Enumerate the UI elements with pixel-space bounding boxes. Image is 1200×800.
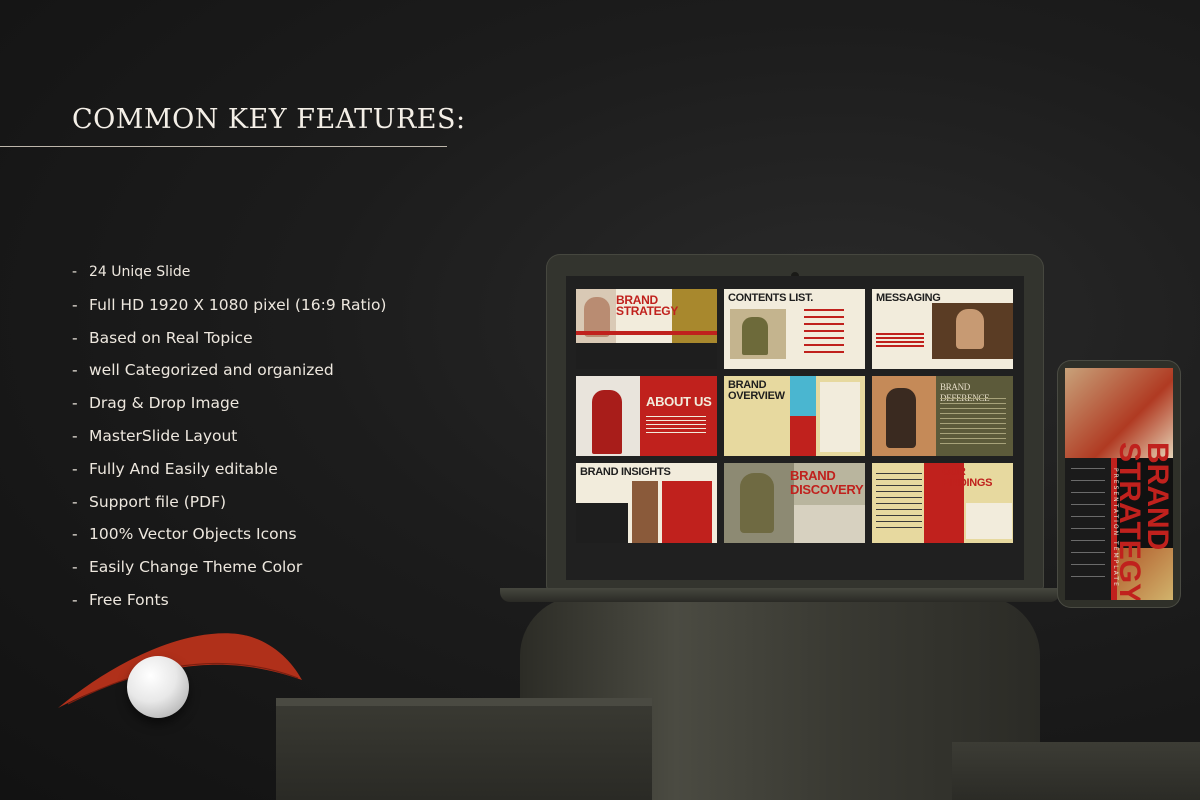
slide-about-us: ABOUT US <box>576 376 717 456</box>
slide-brand-deference: BRAND DEFERENCE <box>872 376 1013 456</box>
laptop-base <box>500 588 1060 602</box>
slide-brand-overview: BRAND OVERVIEW <box>724 376 865 456</box>
slide-title: BRAND INSIGHTS <box>580 466 671 478</box>
feature-item: -100% Vector Objects Icons <box>72 525 297 544</box>
slide-title: OUR FINDINGS <box>942 466 993 489</box>
slide-title: ABOUT US <box>646 394 712 409</box>
slide-contents-list: CONTENTS LIST. <box>724 289 865 369</box>
slide-brand-insights: BRAND INSIGHTS <box>576 463 717 543</box>
slide-title: CONTENTS LIST. <box>728 292 814 304</box>
feature-item: - well Categorized and organized <box>72 361 334 380</box>
slide-title: BRAND OVERVIEW <box>728 379 785 402</box>
feature-item: - Fully And Easily editable <box>72 459 278 478</box>
feature-item: - Support file (PDF) <box>72 492 227 511</box>
pedestal-left <box>276 698 652 800</box>
page-title: COMMON KEY FEATURES: <box>72 104 466 135</box>
title-divider <box>0 146 447 147</box>
feature-item: - Drag & Drop Image <box>72 394 240 413</box>
feature-item: - Full HD 1920 X 1080 pixel (16:9 Ratio) <box>72 295 387 314</box>
slide-title: BRAND STRATEGY <box>616 293 679 318</box>
slide-title: BRAND DISCOVERY <box>790 468 864 497</box>
slide-grid: BRAND STRATEGY CONTENTS LIST. MESSAGING … <box>576 289 1013 543</box>
slide-title: MESSAGING <box>876 292 941 304</box>
feature-list: -24 Uniqe Slide - Full HD 1920 X 1080 pix… <box>72 262 386 623</box>
slide-brand-strategy: BRAND STRATEGY <box>576 289 717 369</box>
laptop-mockup: BRAND STRATEGY CONTENTS LIST. MESSAGING … <box>546 254 1044 590</box>
feature-item: - Based on Real Topice <box>72 328 253 347</box>
sphere-decoration <box>127 656 189 718</box>
pedestal-right <box>952 742 1200 800</box>
phone-mockup: PRESENTATION TEMPLATE BRAND STRATEGY <box>1057 360 1181 608</box>
pedestal-left-top <box>276 698 652 706</box>
phone-title: BRAND STRATEGY <box>1113 442 1173 600</box>
slide-brand-discovery: BRAND DISCOVERY <box>724 463 865 543</box>
slide-our-findings: OUR FINDINGS <box>872 463 1013 543</box>
phone-screen: PRESENTATION TEMPLATE BRAND STRATEGY <box>1065 368 1173 600</box>
feature-item: - Easily Change Theme Color <box>72 558 303 577</box>
feature-item: -24 Uniqe Slide <box>72 264 191 280</box>
feature-item: - MasterSlide Layout <box>72 426 238 445</box>
feature-item: - Free Fonts <box>72 590 169 609</box>
slide-messaging: MESSAGING <box>872 289 1013 369</box>
laptop-screen: BRAND STRATEGY CONTENTS LIST. MESSAGING … <box>566 276 1024 580</box>
